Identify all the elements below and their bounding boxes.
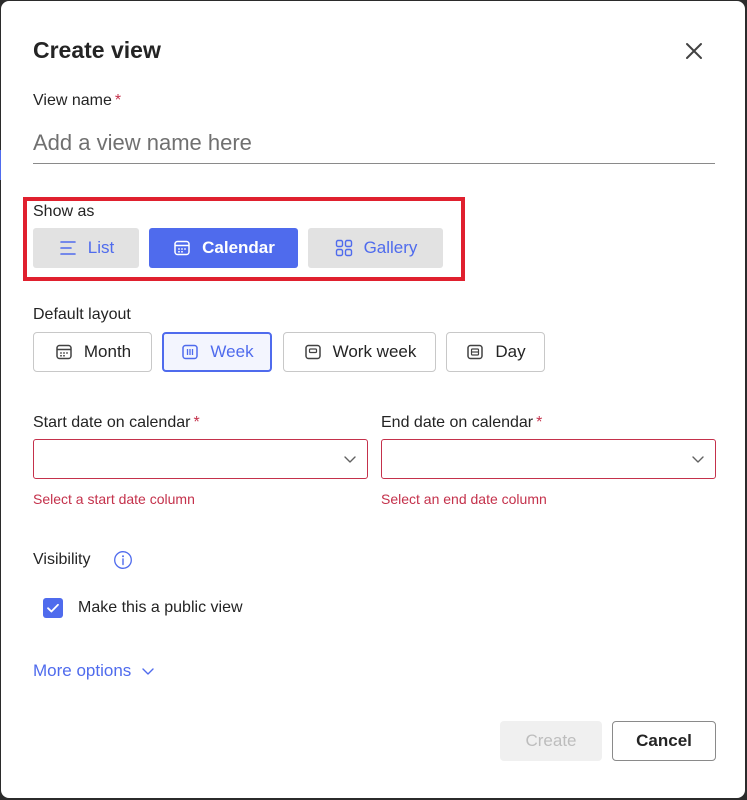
default-layout-label: Default layout	[33, 306, 131, 323]
week-icon	[182, 344, 199, 360]
view-name-input[interactable]	[33, 123, 715, 164]
end-date-label: End date on calendar *	[381, 414, 542, 432]
start-date-error: Select a start date column	[33, 491, 195, 507]
chevron-down-icon	[344, 456, 356, 463]
layout-work-week-label: Work week	[332, 342, 417, 361]
public-view-label[interactable]: Make this a public view	[78, 599, 243, 617]
required-mark: *	[536, 414, 543, 431]
layout-month-label: Month	[83, 342, 132, 361]
show-as-label: Show as	[33, 203, 95, 220]
layout-day-label: Day	[495, 342, 526, 361]
calendar-icon	[174, 240, 190, 256]
required-mark: *	[114, 92, 122, 109]
close-icon	[686, 43, 702, 59]
end-date-dropdown[interactable]	[381, 439, 716, 479]
start-date-label: Start date on calendar *	[33, 414, 200, 432]
end-date-label-text: End date on calendar	[381, 414, 534, 431]
layout-day-button[interactable]: Day	[446, 332, 545, 372]
chevron-down-icon	[142, 668, 154, 675]
list-icon	[59, 241, 76, 255]
chevron-down-icon	[692, 456, 704, 463]
close-button[interactable]	[678, 35, 710, 67]
show-as-calendar-label: Calendar	[202, 238, 275, 257]
layout-work-week-button[interactable]: Work week	[283, 332, 436, 372]
view-name-label-text: View name	[33, 92, 112, 109]
show-as-list-button[interactable]: List	[33, 228, 139, 268]
layout-month-button[interactable]: Month	[33, 332, 152, 372]
month-icon	[56, 344, 72, 360]
view-name-label: View name *	[33, 92, 121, 110]
required-mark: *	[193, 414, 200, 431]
gallery-icon	[335, 239, 352, 257]
visibility-label: Visibility	[33, 551, 91, 568]
info-button[interactable]	[113, 550, 133, 570]
info-icon	[114, 551, 132, 569]
start-date-dropdown[interactable]	[33, 439, 368, 479]
day-icon	[467, 344, 484, 360]
checkmark-icon	[47, 603, 59, 613]
end-date-error: Select an end date column	[381, 491, 547, 507]
layout-week-button[interactable]: Week	[162, 332, 272, 372]
start-date-label-text: Start date on calendar	[33, 414, 191, 431]
show-as-gallery-label: Gallery	[363, 238, 418, 257]
show-as-gallery-button[interactable]: Gallery	[308, 228, 443, 268]
layout-week-label: Week	[210, 342, 254, 361]
work-week-icon	[304, 344, 321, 360]
create-view-dialog: Create view View name* Show as List Cale…	[1, 1, 745, 798]
show-as-list-label: List	[87, 238, 115, 257]
dialog-title: Create view	[33, 37, 161, 63]
more-options-label: More options	[33, 661, 132, 680]
show-as-calendar-button[interactable]: Calendar	[149, 228, 298, 268]
cancel-button[interactable]: Cancel	[612, 721, 716, 761]
create-button[interactable]: Create	[500, 721, 602, 761]
more-options-link[interactable]: More options	[33, 661, 155, 681]
public-view-checkbox[interactable]	[43, 598, 63, 618]
